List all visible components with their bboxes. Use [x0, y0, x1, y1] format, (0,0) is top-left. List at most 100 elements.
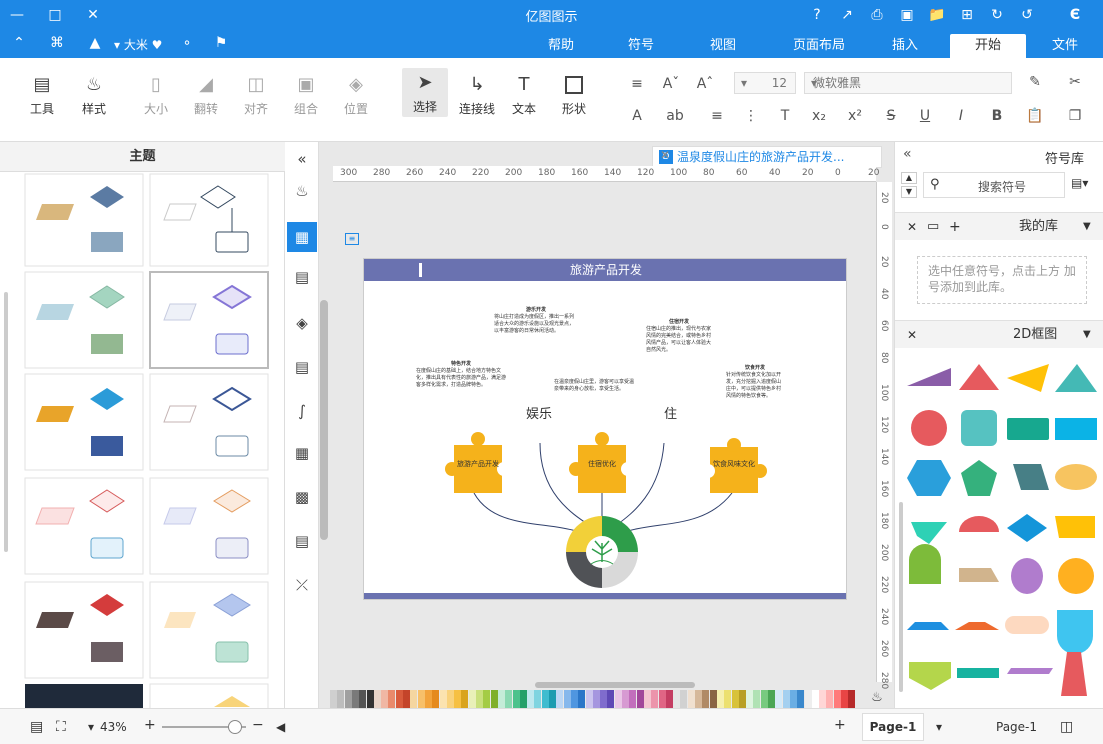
color-swatch[interactable]: [848, 690, 856, 708]
color-swatch[interactable]: [417, 690, 425, 708]
help-icon[interactable]: ?: [808, 6, 826, 24]
color-swatch[interactable]: [760, 690, 768, 708]
2d-block-section[interactable]: ✕ 2D框图 ▼: [895, 320, 1103, 348]
redo-icon[interactable]: ↻: [988, 6, 1006, 24]
tab-page-layout[interactable]: 页面布局: [778, 34, 860, 58]
user-badge[interactable]: ▾ 大米 ♥: [114, 36, 162, 54]
print-icon[interactable]: ⎙: [868, 6, 886, 24]
color-swatch[interactable]: [432, 690, 440, 708]
group-button[interactable]: ▣ 组合: [288, 70, 324, 117]
zoom-out-icon[interactable]: −: [252, 717, 264, 733]
new-icon[interactable]: ⊞: [958, 6, 976, 24]
scroll-up-icon[interactable]: ▲: [901, 172, 917, 184]
color-swatch[interactable]: [592, 690, 600, 708]
italic-icon[interactable]: I: [950, 106, 972, 126]
puzzle-icon[interactable]: ▩: [291, 486, 313, 508]
line-spacing-icon[interactable]: ≡: [626, 74, 648, 94]
image-icon[interactable]: ▤: [291, 266, 313, 288]
color-swatch[interactable]: [549, 690, 556, 708]
color-swatch[interactable]: [439, 690, 447, 708]
open-icon[interactable]: 📁: [928, 6, 946, 24]
underline-icon[interactable]: U: [914, 106, 936, 126]
color-swatch[interactable]: [351, 690, 359, 708]
my-library-section[interactable]: ✕ ▭ + 我的库 ▼: [895, 212, 1103, 240]
export-icon[interactable]: ↗: [838, 6, 856, 24]
color-swatch[interactable]: [826, 690, 834, 708]
cut-icon[interactable]: ✂: [1064, 72, 1086, 92]
color-swatch[interactable]: [366, 690, 374, 708]
color-swatch[interactable]: [797, 690, 805, 708]
expand-panel-icon[interactable]: «: [291, 148, 313, 170]
text-case-icon[interactable]: ab: [664, 106, 686, 126]
shuffle-icon[interactable]: ⤫: [291, 574, 313, 596]
color-swatch[interactable]: [541, 690, 549, 708]
theme-icon[interactable]: ▦: [287, 222, 317, 252]
page-handle-icon[interactable]: ≡: [345, 233, 359, 245]
color-swatch[interactable]: [702, 690, 710, 708]
page-dropdown-icon[interactable]: ▾: [936, 719, 942, 735]
library-menu-icon[interactable]: ▤▾: [1071, 176, 1088, 190]
color-swatch[interactable]: [476, 690, 483, 708]
page-tab[interactable]: Page-1: [862, 713, 924, 741]
color-swatch[interactable]: [636, 690, 644, 708]
color-swatch[interactable]: [811, 690, 819, 708]
close-section-icon[interactable]: ✕: [907, 321, 917, 349]
share-icon[interactable]: ∘: [178, 34, 196, 52]
color-swatch[interactable]: [359, 690, 367, 708]
color-swatch[interactable]: [388, 690, 396, 708]
chevron-down-icon[interactable]: ▼: [1083, 321, 1091, 349]
color-swatch[interactable]: [658, 690, 666, 708]
tab-home[interactable]: 开始: [950, 34, 1026, 58]
horizontal-scrollbar[interactable]: [535, 682, 695, 688]
color-swatch[interactable]: [519, 690, 527, 708]
color-swatch[interactable]: [753, 690, 761, 708]
layers-icon[interactable]: ◈: [291, 312, 313, 334]
library-scrollbar[interactable]: [899, 502, 903, 692]
font-name-select[interactable]: 微软雅黑 ▾: [804, 72, 1012, 94]
table-icon[interactable]: ▦: [291, 442, 313, 464]
fit-page-icon[interactable]: ▤: [30, 719, 43, 735]
font-size-select[interactable]: 12 ▾: [734, 72, 796, 94]
color-swatch[interactable]: [381, 690, 389, 708]
tab-help[interactable]: 帮助: [536, 34, 586, 58]
align-text-icon[interactable]: ≡: [706, 106, 728, 126]
color-swatch[interactable]: [643, 690, 651, 708]
color-swatch[interactable]: [673, 690, 681, 708]
color-swatch[interactable]: [687, 690, 695, 708]
theme-thumbnails[interactable]: [0, 172, 285, 708]
paste-icon[interactable]: 📋: [1024, 106, 1046, 126]
size-button[interactable]: ▯ 大小: [138, 70, 174, 117]
color-swatch[interactable]: [337, 690, 345, 708]
align-button[interactable]: ◫ 对齐: [238, 70, 274, 117]
color-swatch[interactable]: [607, 690, 615, 708]
color-swatch[interactable]: [410, 690, 418, 708]
copy-icon[interactable]: ❐: [1064, 106, 1086, 126]
collapse-library-icon[interactable]: «: [903, 146, 912, 162]
document-tab[interactable]: D 温泉度假山庄的旅游产品开发...: [652, 146, 882, 168]
color-swatch[interactable]: [330, 690, 337, 708]
color-swatch[interactable]: [651, 690, 659, 708]
scroll-down-icon[interactable]: ▼: [901, 186, 917, 198]
undo-icon[interactable]: ↺: [1018, 6, 1036, 24]
library-export-icon[interactable]: ▭: [927, 213, 939, 241]
color-swatch[interactable]: [468, 690, 476, 708]
color-swatch[interactable]: [680, 690, 688, 708]
save-icon[interactable]: ▣: [898, 6, 916, 24]
fullscreen-icon[interactable]: ⛶: [56, 719, 66, 735]
color-swatch[interactable]: [585, 690, 593, 708]
color-swatch[interactable]: [556, 690, 564, 708]
superscript-icon[interactable]: x²: [844, 106, 866, 126]
color-swatch[interactable]: [622, 690, 629, 708]
color-swatch[interactable]: [731, 690, 739, 708]
zoom-in-icon[interactable]: +: [144, 717, 156, 733]
font-grow-icon[interactable]: Aˆ: [694, 74, 716, 94]
position-button[interactable]: ◈ 位置: [338, 70, 374, 117]
font-color-icon[interactable]: A: [626, 106, 648, 126]
color-swatch[interactable]: [483, 690, 491, 708]
color-swatch[interactable]: [373, 690, 381, 708]
chart-icon[interactable]: ∫: [291, 400, 313, 422]
color-swatch[interactable]: [403, 690, 410, 708]
color-swatch[interactable]: [534, 690, 542, 708]
page-icon[interactable]: ▤: [291, 356, 313, 378]
bullet-list-icon[interactable]: ⋮: [740, 106, 762, 126]
